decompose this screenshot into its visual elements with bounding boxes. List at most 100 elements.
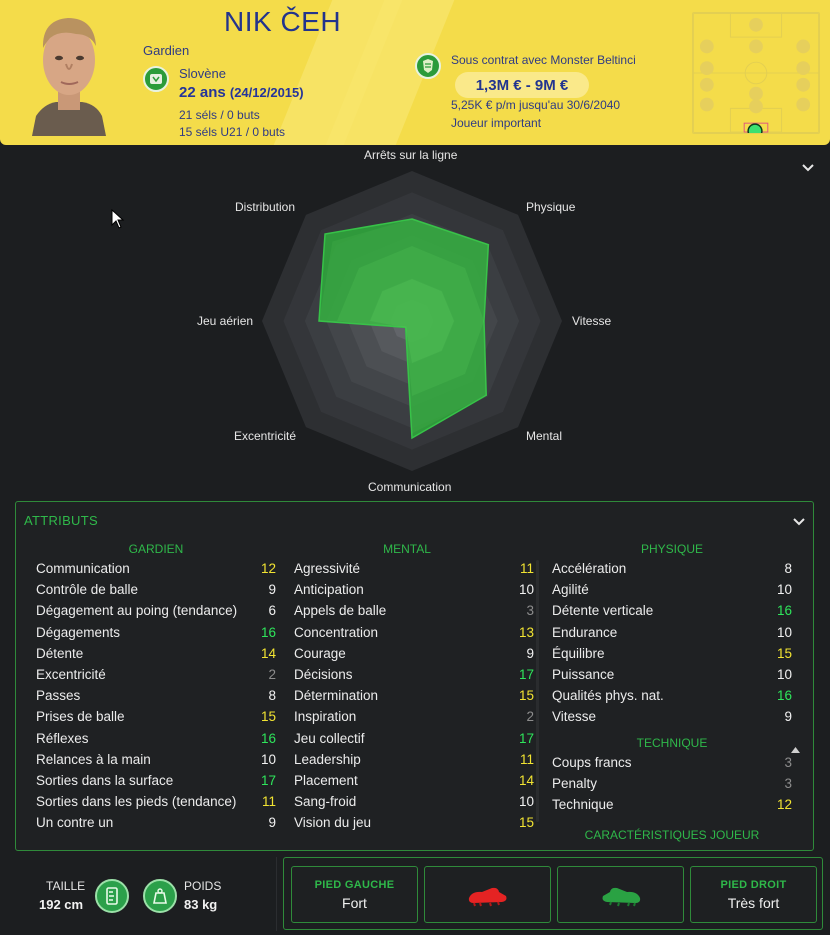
attribute-row[interactable]: Dégagement au poing (tendance) 6 — [36, 600, 276, 621]
attribute-name: Placement — [294, 773, 358, 788]
attribute-value: 16 — [776, 688, 792, 704]
attribute-row[interactable]: Un contre un 9 — [36, 812, 276, 833]
right-boot-box — [557, 866, 684, 923]
attribute-name: Qualités phys. nat. — [552, 688, 664, 704]
attribute-name: Technique — [552, 797, 614, 813]
attribute-row[interactable]: Prises de balle 15 — [36, 706, 276, 727]
red-boot-icon — [468, 887, 506, 906]
attribute-name: Dégagement au poing (tendance) — [36, 603, 238, 619]
attribute-value: 10 — [260, 751, 276, 767]
attribute-row[interactable]: Accélération 8 — [552, 558, 792, 579]
attribute-row[interactable]: Technique 12 — [552, 794, 792, 815]
attribute-row[interactable]: Anticipation 10 — [294, 579, 534, 600]
attribute-row[interactable]: Décisions 17 — [294, 664, 534, 685]
attribute-name: Appels de balle — [294, 603, 387, 619]
attribute-name: Agilité — [552, 582, 589, 598]
attribute-value: 14 — [518, 773, 534, 788]
radar-label-bottom-left: Excentricité — [234, 429, 297, 443]
left-foot-label: PIED GAUCHE — [314, 878, 395, 891]
attribute-row[interactable]: Inspiration 2 — [294, 706, 534, 727]
left-foot-value: Fort — [342, 894, 367, 911]
attribute-row[interactable]: Réflexes 16 — [36, 728, 276, 749]
attribute-value: 3 — [526, 603, 534, 619]
attribute-value: 15 — [776, 645, 792, 661]
attribute-row[interactable]: Appels de balle 3 — [294, 600, 534, 621]
attribute-value: 16 — [260, 730, 276, 746]
attribute-name: Dégagements — [36, 624, 121, 640]
attribute-name: Sorties dans la surface — [36, 773, 174, 788]
attribute-row[interactable]: Puissance 10 — [552, 664, 792, 685]
attribute-value: 16 — [776, 603, 792, 619]
attribute-name: Anticipation — [294, 582, 364, 598]
attribute-name: Excentricité — [36, 667, 106, 682]
attribute-value: 3 — [784, 776, 792, 792]
attribute-name: Concentration — [294, 624, 379, 640]
attribute-row[interactable]: Sorties dans les pieds (tendance) 11 — [36, 791, 276, 812]
contract-club: Sous contrat avec Monster Beltinci — [451, 53, 636, 67]
radar-label-bottom: Communication — [368, 480, 452, 494]
attribute-row[interactable]: Endurance 10 — [552, 622, 792, 643]
attribute-name: Penalty — [552, 776, 598, 792]
nation-flag-icon — [143, 66, 169, 92]
attribute-row[interactable]: Contrôle de balle 9 — [36, 579, 276, 600]
attribute-name: Coups francs — [552, 755, 632, 770]
attribute-value: 10 — [518, 582, 534, 598]
attribute-row[interactable]: Équilibre 15 — [552, 643, 792, 664]
attribute-name: Passes — [36, 688, 81, 704]
attribute-row[interactable]: Relances à la main 10 — [36, 749, 276, 770]
club-badge-icon[interactable] — [415, 53, 441, 79]
collapse-chevron-icon[interactable] — [801, 160, 815, 176]
column-scrollbar[interactable] — [536, 560, 539, 822]
attribute-value: 17 — [260, 773, 276, 788]
mental-header: MENTAL — [383, 542, 431, 556]
attribute-row[interactable]: Concentration 13 — [294, 622, 534, 643]
attribute-row[interactable]: Vitesse 9 — [552, 706, 792, 727]
u21-caps: 15 séls U21 / 0 buts — [179, 125, 286, 139]
attribute-name: Vision du jeu — [294, 815, 372, 831]
attribute-row[interactable]: Détermination 15 — [294, 685, 534, 706]
attribute-value: 9 — [268, 815, 276, 831]
attribute-row[interactable]: Excentricité 2 — [36, 664, 276, 685]
attribute-row[interactable]: Leadership 11 — [294, 749, 534, 770]
position-pitch[interactable] — [692, 12, 820, 134]
attribute-value: 16 — [260, 624, 276, 640]
attribute-row[interactable]: Placement 14 — [294, 770, 534, 791]
attribute-value: 12 — [776, 797, 792, 813]
attribute-value: 9 — [784, 709, 792, 725]
attribute-row[interactable]: Détente 14 — [36, 643, 276, 664]
attribute-row[interactable]: Sang-froid 10 — [294, 791, 534, 812]
weight-label: POIDS — [184, 879, 222, 893]
attributes-title: ATTRIBUTS — [24, 513, 98, 528]
attribute-row[interactable]: Agressivité 11 — [294, 558, 534, 579]
senior-caps: 21 séls / 0 buts — [179, 108, 260, 122]
technique-collapse-icon[interactable] — [791, 740, 800, 758]
attribute-row[interactable]: Coups francs 3 — [552, 752, 792, 773]
attribute-row[interactable]: Détente verticale 16 — [552, 600, 792, 621]
attribute-row[interactable]: Courage 9 — [294, 643, 534, 664]
height-value: 192 cm — [39, 897, 84, 912]
height-label: TAILLE — [46, 879, 86, 893]
attribute-name: Communication — [36, 561, 130, 576]
attribute-row[interactable]: Communication 12 — [36, 558, 276, 579]
attribute-row[interactable]: Penalty 3 — [552, 773, 792, 794]
attribute-row[interactable]: Jeu collectif 17 — [294, 728, 534, 749]
attribute-value: 6 — [268, 603, 276, 619]
attribute-name: Endurance — [552, 624, 618, 640]
attribute-name: Réflexes — [36, 730, 89, 746]
attribute-name: Relances à la main — [36, 751, 151, 767]
physique-header: PHYSIQUE — [640, 542, 703, 556]
radar-label-top-left: Distribution — [235, 200, 296, 214]
player-nationality: Slovène — [179, 66, 226, 81]
squad-status: Joueur important — [451, 116, 542, 130]
attribute-row[interactable]: Dégagements 16 — [36, 622, 276, 643]
height-ruler-icon — [95, 879, 129, 913]
radar-label-bottom-right: Mental — [526, 429, 563, 443]
attribute-row[interactable]: Sorties dans la surface 17 — [36, 770, 276, 791]
attributes-chevron-icon[interactable] — [792, 514, 806, 532]
radar-label-top-right: Physique — [526, 200, 576, 214]
attribute-row[interactable]: Passes 8 — [36, 685, 276, 706]
attribute-row[interactable]: Agilité 10 — [552, 579, 792, 600]
attribute-value: 15 — [518, 688, 534, 704]
attribute-row[interactable]: Qualités phys. nat. 16 — [552, 685, 792, 706]
attribute-row[interactable]: Vision du jeu 15 — [294, 812, 534, 833]
